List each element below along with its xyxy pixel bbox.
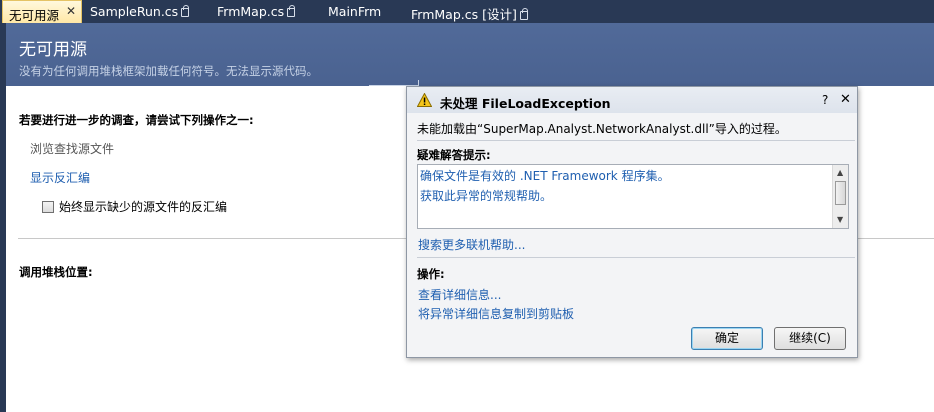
close-icon[interactable]: ✕	[840, 92, 851, 107]
actions-heading: 操作:	[417, 267, 445, 281]
tab-samplerun-cs[interactable]: SampleRun.cs	[84, 1, 190, 23]
help-icon[interactable]: ?	[822, 93, 828, 107]
warning-triangle-icon	[417, 93, 432, 107]
copy-exception-detail-link[interactable]: 将异常详细信息复制到剪贴板	[418, 305, 574, 322]
scroll-thumb[interactable]	[835, 181, 846, 205]
tab-frmmap-cs-design[interactable]: FrmMap.cs [设计]	[405, 1, 528, 23]
tab-frmmap-cs[interactable]: FrmMap.cs	[211, 1, 296, 23]
troubleshooting-tips-list: 确保文件是有效的 .NET Framework 程序集。 获取此异常的常规帮助。…	[417, 164, 849, 229]
view-detail-link[interactable]: 查看详细信息...	[418, 286, 501, 303]
dialog-separator	[417, 257, 855, 258]
close-icon[interactable]: ✕	[66, 4, 76, 18]
page-subtitle: 没有为任何调用堆栈框架加载任何符号。无法显示源代码。	[19, 64, 318, 78]
tips-scrollbar[interactable]: ▲ ▼	[832, 165, 848, 228]
page-title: 无可用源	[19, 40, 87, 60]
tip-link-valid-assembly[interactable]: 确保文件是有效的 .NET Framework 程序集。	[420, 167, 670, 184]
search-online-help-link[interactable]: 搜索更多联机帮助...	[418, 236, 525, 253]
dialog-title: 未处理 FileLoadException	[440, 96, 611, 111]
lock-icon	[181, 5, 190, 17]
lock-icon	[287, 5, 296, 17]
visual-studio-window: 无可用源 ✕ SampleRun.cs FrmMap.cs MainFrm Fr…	[0, 0, 934, 412]
always-show-disassembly-checkbox[interactable]	[42, 201, 54, 213]
tab-label: FrmMap.cs [设计]	[411, 7, 517, 22]
tab-label: MainFrm	[328, 4, 382, 19]
document-tab-bar: 无可用源 ✕ SampleRun.cs FrmMap.cs MainFrm Fr…	[0, 0, 934, 23]
tab-label: SampleRun.cs	[90, 4, 179, 19]
call-stack-heading: 调用堆栈位置:	[19, 265, 93, 279]
tab-label: FrmMap.cs	[217, 4, 285, 19]
scroll-down-icon[interactable]: ▼	[837, 215, 843, 224]
lock-icon	[519, 8, 528, 20]
exception-message: 未能加载由“SuperMap.Analyst.NetworkAnalyst.dl…	[417, 122, 787, 136]
no-source-header: 无可用源 没有为任何调用堆栈框架加载任何符号。无法显示源代码。	[6, 23, 934, 86]
investigate-heading: 若要进行进一步的调查，请尝试下列操作之一:	[19, 113, 254, 127]
scroll-up-icon[interactable]: ▲	[837, 168, 843, 177]
browse-source-text: 浏览查找源文件	[30, 142, 115, 156]
tab-label: 无可用源	[9, 8, 60, 23]
exception-assistant-dialog: 未处理 FileLoadException ? ✕ 未能加载由“SuperMap…	[406, 86, 858, 358]
troubleshooting-heading: 疑难解答提示:	[417, 148, 491, 162]
tip-link-general-help[interactable]: 获取此异常的常规帮助。	[420, 187, 552, 204]
continue-button[interactable]: 继续(C)	[774, 327, 846, 350]
tab-no-source-available[interactable]: 无可用源 ✕	[2, 0, 82, 23]
tab-mainfrm[interactable]: MainFrm	[322, 1, 381, 23]
ok-button[interactable]: 确定	[691, 327, 763, 350]
show-disassembly-link[interactable]: 显示反汇编	[30, 169, 90, 186]
dialog-separator	[417, 140, 855, 141]
checkbox-label: 始终显示缺少的源文件的反汇编	[59, 200, 228, 214]
dialog-titlebar[interactable]: 未处理 FileLoadException ? ✕	[407, 87, 857, 113]
always-show-disassembly-row[interactable]: 始终显示缺少的源文件的反汇编	[42, 198, 227, 215]
